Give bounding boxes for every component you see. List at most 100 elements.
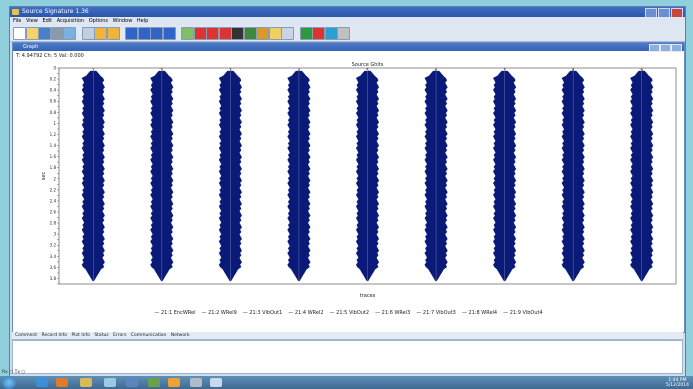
graph-title-bar: Graph: [13, 43, 684, 52]
spike-icon[interactable]: [218, 27, 232, 40]
clock-date: 5/12/2014: [665, 383, 689, 388]
copy-icon[interactable]: [256, 27, 269, 40]
menu-help[interactable]: Help: [137, 18, 148, 24]
legend-item: — 21:6 WRel3: [375, 310, 411, 316]
info-pane[interactable]: [12, 340, 683, 374]
menu-options[interactable]: Options: [89, 18, 108, 24]
menu-view[interactable]: View: [26, 18, 38, 24]
legend-item: — 21:2 WRel9: [201, 310, 237, 316]
graph-window: Graph T: 4.94792 Ch: 5 Val: 0.000 Source…: [12, 42, 685, 333]
camera-icon[interactable]: [231, 27, 244, 40]
menu-edit[interactable]: Edit: [42, 18, 52, 24]
y-tick-label: 0.8: [50, 110, 57, 115]
y-tick-label: 2.6: [50, 210, 57, 215]
legend-item: — 21:5 VibOut2: [329, 310, 370, 316]
overlay-icon[interactable]: [106, 27, 120, 40]
rx-tx-indicator: Rx ○ Tx ○: [2, 370, 26, 375]
media-icon[interactable]: [56, 378, 68, 387]
folder-icon[interactable]: [268, 27, 282, 40]
wiggle-plot[interactable]: Source Ghits00.20.40.60.811.21.41.61.822…: [13, 59, 684, 309]
paint-icon[interactable]: [190, 378, 202, 387]
menu-file[interactable]: File: [13, 18, 21, 24]
app-taskbar-icon[interactable]: [168, 378, 180, 387]
bend-up-icon[interactable]: [137, 27, 151, 40]
y-tick-label: 0.4: [50, 88, 57, 93]
taskbar-clock: 1:44 PM 5/12/2014: [666, 378, 689, 388]
explorer-icon[interactable]: [104, 378, 116, 387]
go-icon[interactable]: [299, 27, 313, 40]
y-tick-label: 2.8: [50, 221, 57, 226]
y-tick-label: 0.2: [50, 77, 57, 82]
x-axis-label: traces: [360, 293, 376, 299]
bottom-tab-bar: Comment Record Info Plot Info Status Err…: [12, 332, 683, 340]
window-icon[interactable]: [281, 27, 294, 40]
title-bar: Source Signature 1.36: [10, 7, 685, 18]
app-icon: [12, 9, 19, 15]
signature-app-icon[interactable]: [210, 378, 222, 387]
y-tick-label: 2.4: [50, 198, 57, 203]
y-tick-label: 1.4: [50, 143, 57, 148]
toolbar: [10, 25, 685, 42]
y-tick-label: 1.6: [50, 154, 57, 159]
stop-icon[interactable]: [312, 27, 325, 40]
window-title: Source Signature 1.36: [22, 8, 89, 15]
graph-minimize-button[interactable]: [649, 44, 660, 52]
y-tick-label: 3: [53, 232, 56, 237]
menu-window[interactable]: Window: [113, 18, 133, 24]
graph-close-button[interactable]: [671, 44, 682, 52]
open-icon[interactable]: [25, 27, 39, 40]
app-window: Source Signature 1.36 File View Edit Acq…: [9, 6, 686, 378]
y-tick-label: 3.8: [50, 276, 57, 281]
y-tick-label: 1: [53, 121, 56, 126]
wave-icon[interactable]: [125, 27, 138, 40]
pulse-icon[interactable]: [206, 27, 219, 40]
legend-item: — 21:1 EncWRel: [154, 310, 196, 316]
tab-record-info[interactable]: Record Info: [42, 333, 68, 338]
new-icon[interactable]: [13, 27, 26, 40]
tab-comment[interactable]: Comment: [15, 333, 37, 338]
pick-icon[interactable]: [94, 27, 107, 40]
filter-icon[interactable]: [162, 27, 176, 40]
graph-restore-button[interactable]: [660, 44, 671, 52]
display-icon[interactable]: [181, 27, 194, 40]
zoom-icon[interactable]: [63, 27, 76, 40]
browser-icon[interactable]: [36, 378, 48, 387]
tab-status[interactable]: Status: [94, 333, 108, 338]
y-tick-label: 2: [53, 176, 56, 181]
tab-communication[interactable]: Communication: [131, 333, 166, 338]
legend-item: — 21:3 VibOut1: [242, 310, 283, 316]
menu-bar: File View Edit Acquisition Options Windo…: [10, 17, 685, 25]
tab-errors[interactable]: Errors: [113, 333, 126, 338]
menu-acquisition[interactable]: Acquisition: [57, 18, 84, 24]
y-tick-label: 1.8: [50, 165, 57, 170]
legend-item: — 21:9 VibOut4: [503, 310, 543, 316]
y-axis-label: sec: [41, 172, 47, 181]
print-icon[interactable]: [50, 27, 64, 40]
tab-network[interactable]: Network: [171, 333, 190, 338]
taskbar: 1:44 PM 5/12/2014: [0, 376, 693, 389]
y-tick-label: 0: [53, 66, 56, 71]
save-icon[interactable]: [38, 27, 51, 40]
record-icon[interactable]: [324, 27, 338, 40]
y-tick-label: 3.2: [50, 243, 57, 248]
start-button[interactable]: [2, 376, 16, 389]
trace-icon[interactable]: [193, 27, 207, 40]
legend-item: — 21:8 WRel4: [461, 310, 498, 316]
legend-item: — 21:7 VibOut3: [416, 310, 456, 316]
network-icon[interactable]: [126, 378, 138, 387]
folder-icon[interactable]: [80, 378, 92, 387]
y-tick-label: 2.2: [50, 187, 57, 192]
legend-item: — 21:4 WRel2: [288, 310, 324, 316]
tool-icon[interactable]: [148, 378, 160, 387]
zoom-box-icon[interactable]: [81, 27, 95, 40]
chart-legend: — 21:1 EncWRel — 21:2 WRel9 — 21:3 VibOut1…: [13, 310, 684, 316]
tab-plot-info[interactable]: Plot Info: [71, 333, 89, 338]
y-tick-label: 3.6: [50, 265, 57, 270]
disabled-icon[interactable]: [337, 27, 350, 40]
y-tick-label: 1.2: [50, 132, 57, 137]
map-icon[interactable]: [243, 27, 257, 40]
graph-title: Graph: [23, 44, 39, 50]
y-tick-label: 3.4: [50, 254, 57, 259]
y-tick-label: 0.6: [50, 99, 57, 104]
bend-down-icon[interactable]: [150, 27, 163, 40]
